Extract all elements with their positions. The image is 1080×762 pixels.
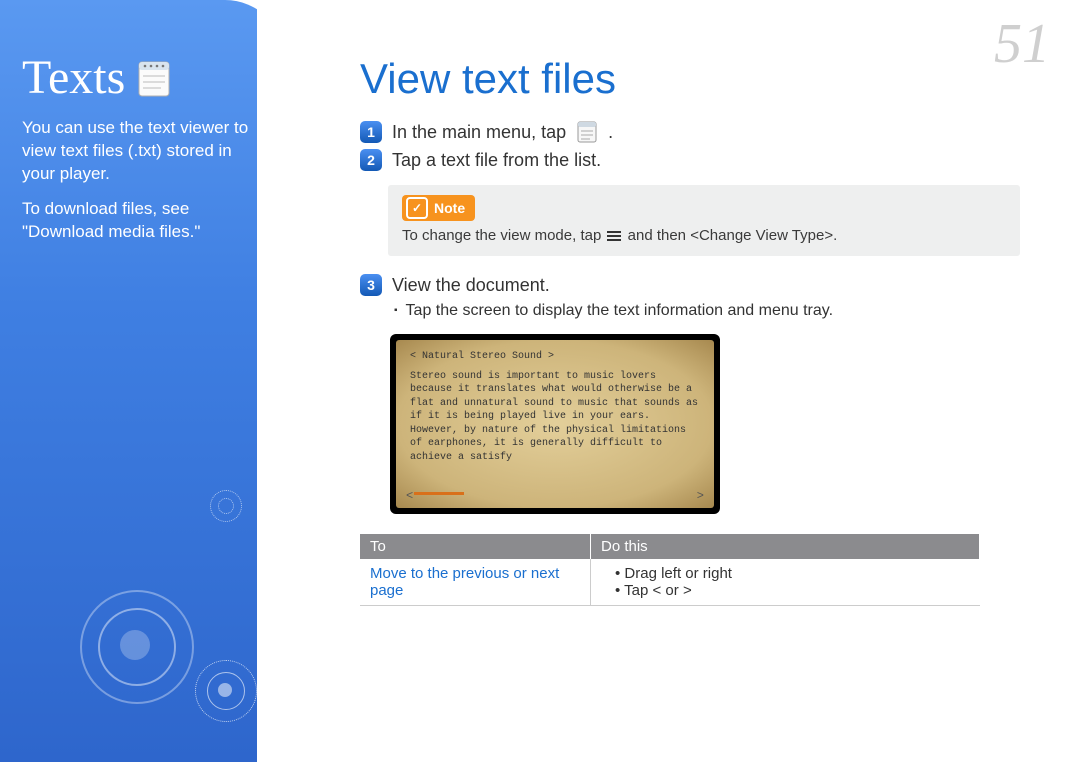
note-check-icon: ✓ bbox=[406, 197, 428, 219]
step-3: 3 View the document. bbox=[360, 274, 1020, 296]
sidebar-title: Texts bbox=[22, 50, 125, 105]
texts-app-icon bbox=[576, 121, 598, 143]
notepad-icon bbox=[133, 57, 175, 99]
parchment-area: < Natural Stereo Sound > Stereo sound is… bbox=[396, 340, 714, 508]
note-label: Note bbox=[434, 200, 465, 216]
step-1-text-suffix: . bbox=[608, 122, 613, 143]
sidebar: Texts You can use the text viewer to vie… bbox=[0, 0, 285, 762]
preview-body: Stereo sound is important to music lover… bbox=[410, 370, 700, 465]
table-header-row: To Do this bbox=[360, 534, 980, 559]
note-box: ✓ Note To change the view mode, tap and … bbox=[388, 185, 1020, 256]
text-viewer-preview: < Natural Stereo Sound > Stereo sound is… bbox=[390, 334, 720, 514]
note-text-suffix: and then <Change View Type>. bbox=[628, 227, 838, 244]
note-pill: ✓ Note bbox=[402, 195, 475, 221]
step-3-text: View the document. bbox=[392, 275, 550, 296]
preview-prev: < bbox=[406, 488, 413, 504]
main-content: View text files 1 In the main menu, tap … bbox=[360, 55, 1020, 606]
step-badge-1: 1 bbox=[360, 121, 382, 143]
preview-next: > bbox=[697, 488, 704, 504]
note-text-prefix: To change the view mode, tap bbox=[402, 227, 601, 244]
step-1-text-prefix: In the main menu, tap bbox=[392, 122, 566, 143]
page-title: View text files bbox=[360, 55, 1020, 103]
cell-to: Move to the previous or next page bbox=[360, 559, 591, 606]
sidebar-intro: You can use the text viewer to view text… bbox=[0, 105, 270, 186]
do-item-2: Tap < or > bbox=[615, 582, 970, 599]
menu-icon bbox=[607, 231, 621, 241]
step-3-bullet: Tap the screen to display the text infor… bbox=[394, 302, 1020, 320]
note-text: To change the view mode, tap and then <C… bbox=[402, 227, 1006, 244]
step-1: 1 In the main menu, tap . bbox=[360, 121, 1020, 143]
step-2: 2 Tap a text file from the list. bbox=[360, 149, 1020, 171]
step-badge-2: 2 bbox=[360, 149, 382, 171]
sidebar-title-row: Texts bbox=[0, 0, 285, 105]
do-item-1: Drag left or right bbox=[615, 565, 970, 582]
preview-header: < Natural Stereo Sound > bbox=[410, 350, 700, 364]
col-do-this: Do this bbox=[591, 534, 980, 559]
sidebar-download-note: To download files, see "Download media f… bbox=[0, 186, 270, 244]
step-badge-3: 3 bbox=[360, 274, 382, 296]
actions-table: To Do this Move to the previous or next … bbox=[360, 534, 980, 606]
col-to: To bbox=[360, 534, 591, 559]
table-row: Move to the previous or next page Drag l… bbox=[360, 559, 980, 606]
cell-do: Drag left or right Tap < or > bbox=[591, 559, 980, 606]
step-2-text: Tap a text file from the list. bbox=[392, 150, 601, 171]
